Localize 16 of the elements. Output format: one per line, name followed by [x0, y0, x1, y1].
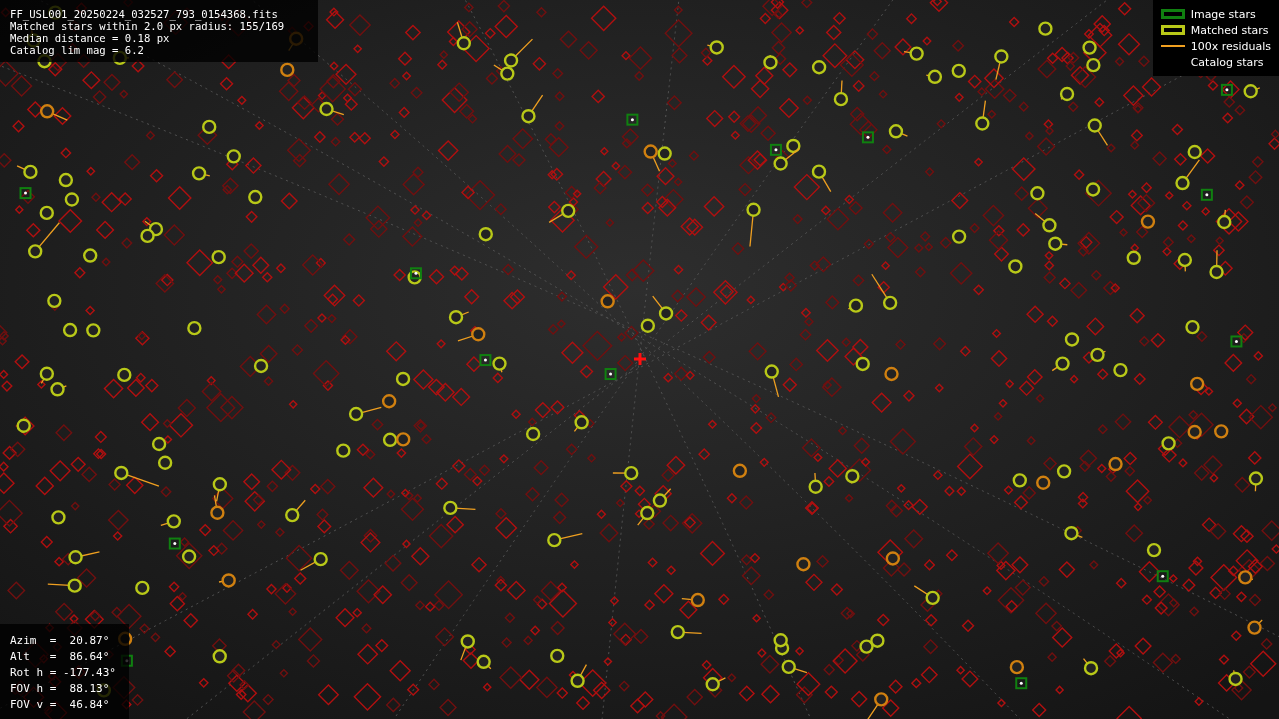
legend-label: Catalog stars [1190, 55, 1264, 69]
info-line: Matched stars within 2.0 px radius: 155/169 [10, 20, 286, 32]
residual-line-swatch [1160, 45, 1185, 47]
pointing-line: Azim = 20.87° [10, 633, 111, 649]
matched-star-swatch [1160, 25, 1185, 35]
legend-label: Image stars [1190, 7, 1256, 21]
pointing-line: FOV h = 88.13° [10, 681, 111, 697]
pointing-line: Alt = 86.64° [10, 649, 111, 665]
info-line: Catalog lim mag = 6.2 [10, 44, 145, 56]
image-star-swatch [1160, 9, 1185, 19]
pointing-line: Rot h = -177.43° [10, 665, 117, 681]
legend-label: Matched stars [1190, 23, 1269, 37]
pointing-line: FOV v = 46.84° [10, 697, 111, 713]
info-line: FF_USL001_20250224_032527_793_0154368.fits [10, 8, 279, 20]
legend-label: 100x residuals [1190, 39, 1271, 53]
info-line: Median distance = 0.18 px [10, 32, 171, 44]
